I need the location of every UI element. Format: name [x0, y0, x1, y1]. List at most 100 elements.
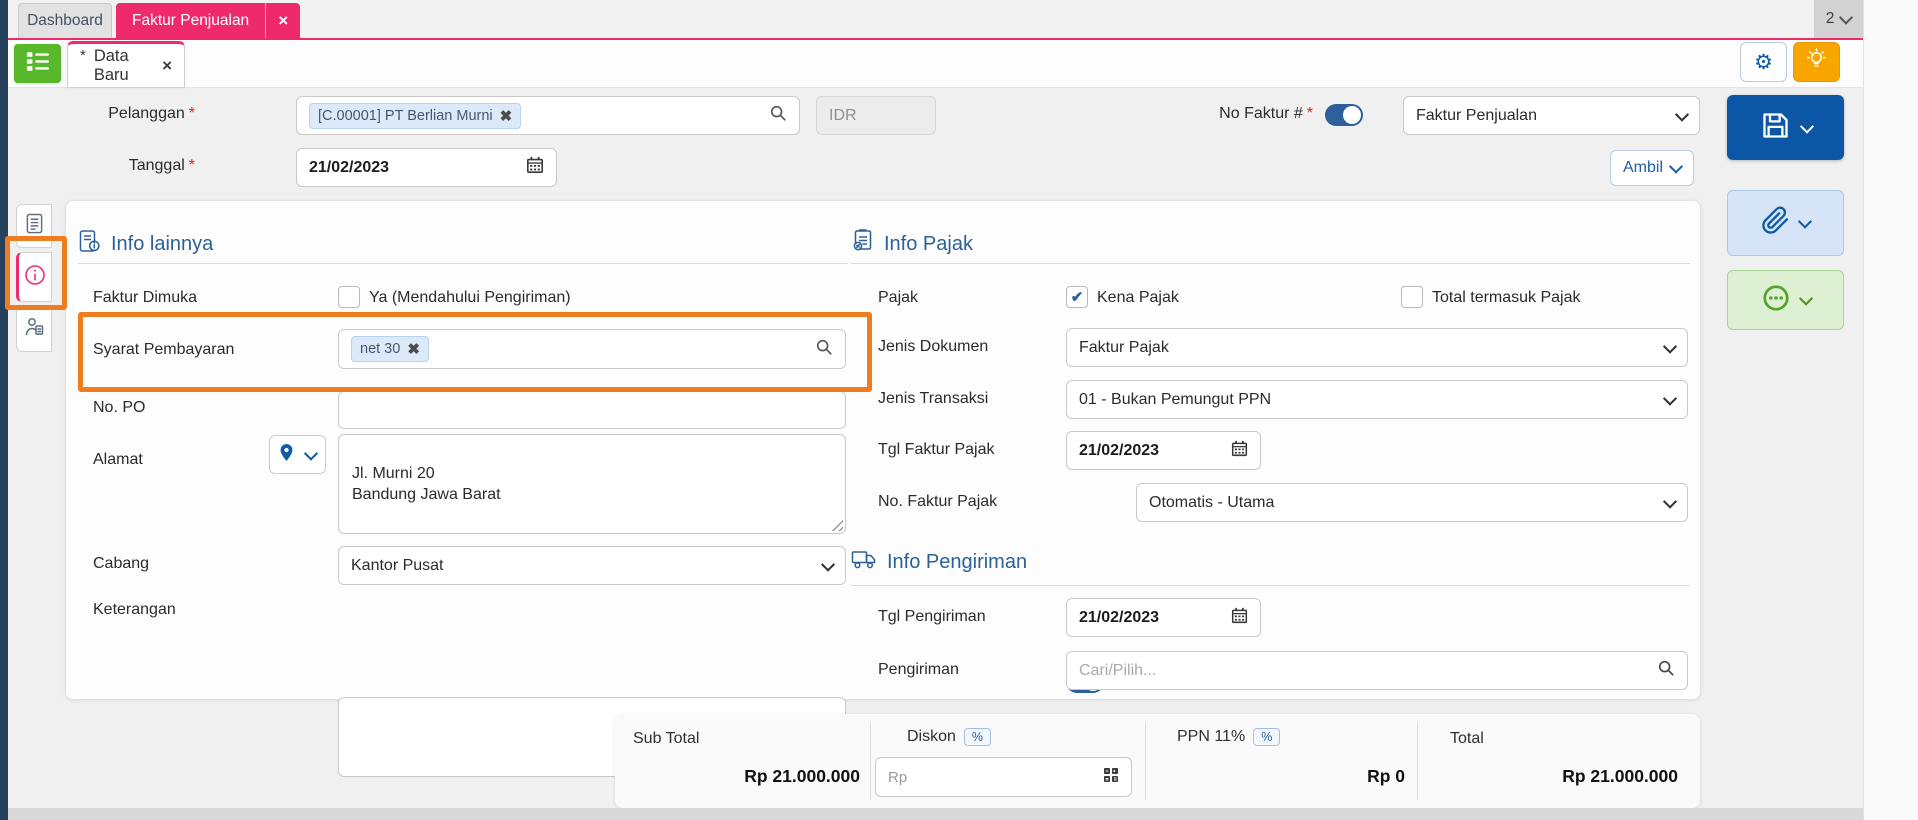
no-faktur-label: No Faktur #*: [1150, 105, 1313, 123]
lightbulb-icon: [1805, 47, 1828, 77]
pelanggan-chip[interactable]: [C.00001] PT Berlian Murni ✖: [309, 103, 521, 129]
tab-dashboard[interactable]: Dashboard: [18, 3, 112, 38]
divider: [851, 585, 1690, 586]
transaction-type-select[interactable]: Faktur Penjualan: [1403, 96, 1700, 135]
ellipsis-circle-icon: [1761, 283, 1791, 318]
document-tab-data-baru[interactable]: * Data Baru ×: [67, 41, 185, 88]
total-value: Rp 21.000.000: [1417, 766, 1678, 787]
tgl-pengiriman-input[interactable]: 21/02/2023: [1066, 598, 1261, 637]
tax-doc-icon: [851, 229, 874, 259]
divider: [1417, 722, 1418, 800]
syarat-chip[interactable]: net 30 ✖: [351, 336, 429, 362]
tips-button[interactable]: [1793, 42, 1840, 82]
list-view-button[interactable]: [14, 44, 61, 83]
pelanggan-chip-label: [C.00001] PT Berlian Murni: [318, 108, 493, 124]
document-toolbar: [8, 40, 1863, 88]
search-icon[interactable]: [815, 338, 833, 361]
tgl-faktur-pajak-input[interactable]: 21/02/2023: [1066, 431, 1261, 470]
jenis-transaksi-select[interactable]: 01 - Bukan Pemungut PPN: [1066, 380, 1688, 419]
required-mark: *: [189, 157, 195, 174]
faktur-dimuka-checkbox[interactable]: [338, 286, 360, 308]
calendar-icon[interactable]: [526, 156, 544, 179]
jenis-transaksi-value: 01 - Bukan Pemungut PPN: [1079, 391, 1271, 409]
tab-close-icon[interactable]: ×: [265, 3, 300, 38]
required-mark: *: [1307, 105, 1313, 122]
sidetab-salesman[interactable]: [16, 306, 52, 352]
sidetab-info[interactable]: [16, 252, 52, 302]
syarat-pembayaran-input[interactable]: net 30 ✖: [338, 329, 846, 369]
chevron-down-icon: [1669, 160, 1683, 174]
info-icon: [24, 264, 46, 291]
alamat-label: Alamat: [93, 451, 143, 469]
sidetab-document[interactable]: [16, 204, 52, 248]
chevron-down-icon: [1663, 339, 1677, 353]
pajak-label: Pajak: [878, 289, 918, 307]
diskon-label: Diskon %: [907, 728, 991, 746]
ppn-value: Rp 0: [1145, 766, 1405, 787]
jenis-dokumen-label: Jenis Dokumen: [878, 338, 988, 356]
calendar-icon[interactable]: [1231, 440, 1248, 462]
ppn-percent-badge[interactable]: %: [1253, 728, 1280, 746]
diskon-input[interactable]: Rp: [875, 757, 1132, 797]
tanggal-value: 21/02/2023: [309, 159, 389, 177]
divider: [78, 263, 848, 264]
diskon-percent-badge[interactable]: %: [964, 728, 991, 746]
pelanggan-label: Pelanggan*: [30, 105, 195, 123]
no-faktur-pajak-label: No. Faktur Pajak: [878, 493, 997, 511]
window-count-dropdown[interactable]: 2: [1814, 0, 1863, 38]
total-termasuk-checkbox[interactable]: [1401, 286, 1423, 308]
search-icon[interactable]: [1657, 659, 1675, 682]
chip-remove-icon[interactable]: ✖: [407, 340, 420, 358]
pengiriman-label: Pengiriman: [878, 661, 959, 679]
alamat-pin-dropdown[interactable]: [269, 435, 326, 474]
tgl-pengiriman-value: 21/02/2023: [1079, 609, 1159, 627]
paperclip-icon: [1761, 206, 1790, 240]
ambil-button[interactable]: Ambil: [1610, 150, 1694, 186]
tab-faktur-penjualan[interactable]: Faktur Penjualan ×: [116, 3, 300, 38]
search-icon[interactable]: [769, 104, 787, 127]
list-icon: [26, 51, 50, 77]
more-actions-button[interactable]: [1727, 270, 1844, 330]
divider: [1145, 722, 1146, 800]
document-icon: [25, 213, 44, 239]
divider: [870, 722, 871, 800]
calculator-grid-icon[interactable]: [1103, 767, 1119, 788]
settings-button[interactable]: ⚙: [1740, 42, 1787, 82]
document-tab-close-icon[interactable]: ×: [162, 56, 172, 76]
right-scroll-area[interactable]: [1863, 0, 1918, 820]
ppn-label: PPN 11% %: [1177, 728, 1280, 746]
ambil-label: Ambil: [1623, 159, 1663, 177]
gear-icon: ⚙: [1754, 52, 1773, 73]
total-termasuk-option: Total termasuk Pajak: [1432, 289, 1581, 307]
save-icon: [1759, 109, 1792, 147]
chevron-down-icon: [1675, 107, 1689, 121]
syarat-pembayaran-label: Syarat Pembayaran: [93, 341, 234, 359]
no-po-input[interactable]: [338, 391, 846, 429]
sub-total-value: Rp 21.000.000: [615, 766, 860, 787]
chevron-down-icon: [304, 446, 318, 460]
cabang-select[interactable]: Kantor Pusat: [338, 546, 846, 585]
kena-pajak-checkbox[interactable]: ✔: [1066, 286, 1088, 308]
jenis-transaksi-label: Jenis Transaksi: [878, 390, 988, 408]
pengiriman-search-input[interactable]: Cari/Pilih...: [1066, 651, 1688, 690]
save-button[interactable]: [1727, 95, 1844, 160]
calendar-icon[interactable]: [1231, 607, 1248, 629]
chevron-down-icon: [1798, 215, 1812, 229]
pelanggan-input[interactable]: [C.00001] PT Berlian Murni ✖: [296, 96, 800, 135]
syarat-chip-label: net 30: [360, 341, 400, 357]
alamat-textarea[interactable]: Jl. Murni 20 Bandung Jawa Barat: [338, 434, 846, 534]
no-faktur-toggle[interactable]: [1325, 104, 1363, 126]
bottom-scrollbar-strip[interactable]: [8, 808, 1863, 820]
jenis-dokumen-select[interactable]: Faktur Pajak: [1066, 328, 1688, 367]
chip-remove-icon[interactable]: ✖: [500, 107, 513, 125]
attachment-button[interactable]: [1727, 190, 1844, 256]
truck-icon: [851, 549, 877, 576]
tab-dashboard-label: Dashboard: [27, 12, 103, 30]
tanggal-input[interactable]: 21/02/2023: [296, 148, 557, 187]
chevron-down-icon: [1663, 494, 1677, 508]
total-label: Total: [1450, 730, 1484, 748]
info-pengiriman-heading: Info Pengiriman: [851, 549, 1027, 576]
resize-handle[interactable]: [831, 519, 843, 531]
app-window: Dashboard Faktur Penjualan × 2 * Data Ba…: [0, 0, 1918, 820]
no-faktur-pajak-select[interactable]: Otomatis - Utama: [1136, 483, 1688, 522]
